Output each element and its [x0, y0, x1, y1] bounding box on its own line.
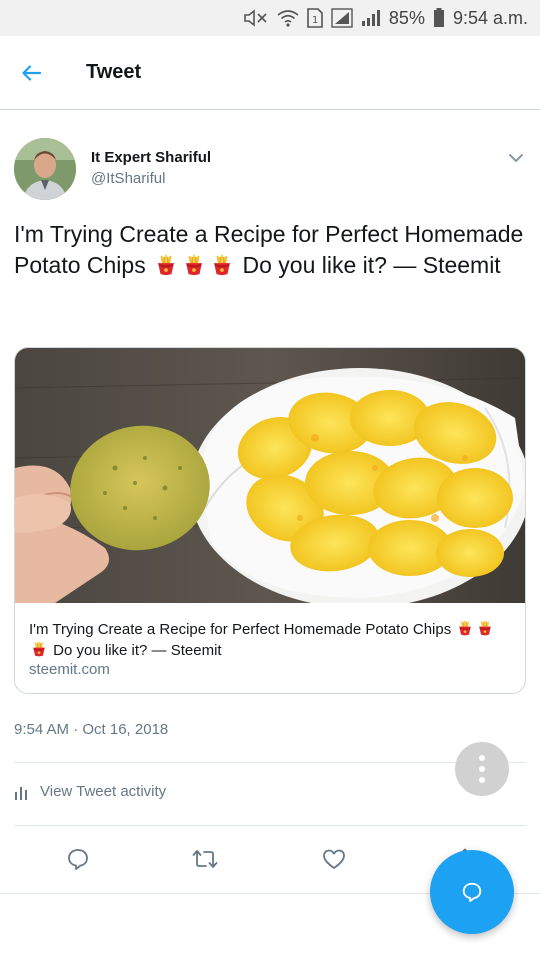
- like-button[interactable]: [321, 846, 347, 872]
- fries-emoji-icon: [211, 254, 233, 276]
- signal-icon: [361, 9, 381, 27]
- card-title-tail: Do you like it? — Steemit: [53, 642, 222, 659]
- card-domain: steemit.com: [29, 661, 110, 678]
- potato-chips-photo: [15, 348, 525, 603]
- fries-emoji-icon: [183, 254, 205, 276]
- sim-icon: 1: [307, 8, 323, 28]
- card-title: I'm Trying Create a Recipe for Perfect H…: [29, 619, 513, 661]
- svg-text:1: 1: [312, 15, 318, 26]
- retweet-button[interactable]: [192, 846, 218, 872]
- signal-icon: [331, 8, 353, 28]
- dot-icon: [479, 766, 485, 772]
- mute-icon: [243, 9, 269, 27]
- fries-emoji-icon: [457, 620, 473, 636]
- card-title-main: I'm Trying Create a Recipe for Perfect H…: [29, 621, 452, 638]
- link-card[interactable]: I'm Trying Create a Recipe for Perfect H…: [14, 347, 526, 694]
- arrow-left-icon: [22, 64, 41, 81]
- view-activity-link[interactable]: View Tweet activity: [14, 783, 166, 800]
- battery-icon: [433, 8, 445, 28]
- battery-level: 85%: [388, 7, 425, 28]
- wifi-icon: [277, 9, 299, 27]
- reply-compose-button[interactable]: [430, 850, 514, 934]
- tweet-options-button[interactable]: [506, 148, 526, 168]
- reply-icon: [462, 882, 482, 903]
- reply-icon: [68, 849, 88, 870]
- fries-emoji-icon: [477, 620, 493, 636]
- divider: [14, 762, 526, 763]
- like-icon: [323, 849, 345, 869]
- tweet-timestamp: 9:54 AM · Oct 16, 2018: [14, 721, 169, 738]
- retweet-icon: [192, 850, 218, 868]
- author-handle[interactable]: @ItShariful: [91, 170, 165, 187]
- reply-button[interactable]: [65, 846, 91, 872]
- dot-icon: [479, 755, 485, 761]
- dot-icon: [479, 777, 485, 783]
- chevron-down-icon: [509, 154, 523, 162]
- app-header: Tweet: [0, 36, 540, 110]
- avatar[interactable]: [14, 138, 76, 200]
- bar-chart-icon: [15, 786, 27, 800]
- fries-emoji-icon: [155, 254, 177, 276]
- divider: [14, 825, 526, 826]
- author-name[interactable]: It Expert Shariful: [91, 149, 211, 166]
- back-button[interactable]: [0, 36, 62, 110]
- page-title: Tweet: [86, 61, 142, 83]
- status-time: 9:54 a.m.: [452, 7, 528, 28]
- tweet-text-tail: Do you like it? — Steemit: [242, 252, 501, 278]
- fries-emoji-icon: [31, 641, 47, 657]
- more-options-button[interactable]: [455, 742, 509, 796]
- tweet-text: I'm Trying Create a Recipe for Perfect H…: [14, 219, 524, 281]
- status-bar: 1 85% 9:54 a.m.: [0, 0, 540, 36]
- view-activity-label: View Tweet activity: [40, 783, 167, 800]
